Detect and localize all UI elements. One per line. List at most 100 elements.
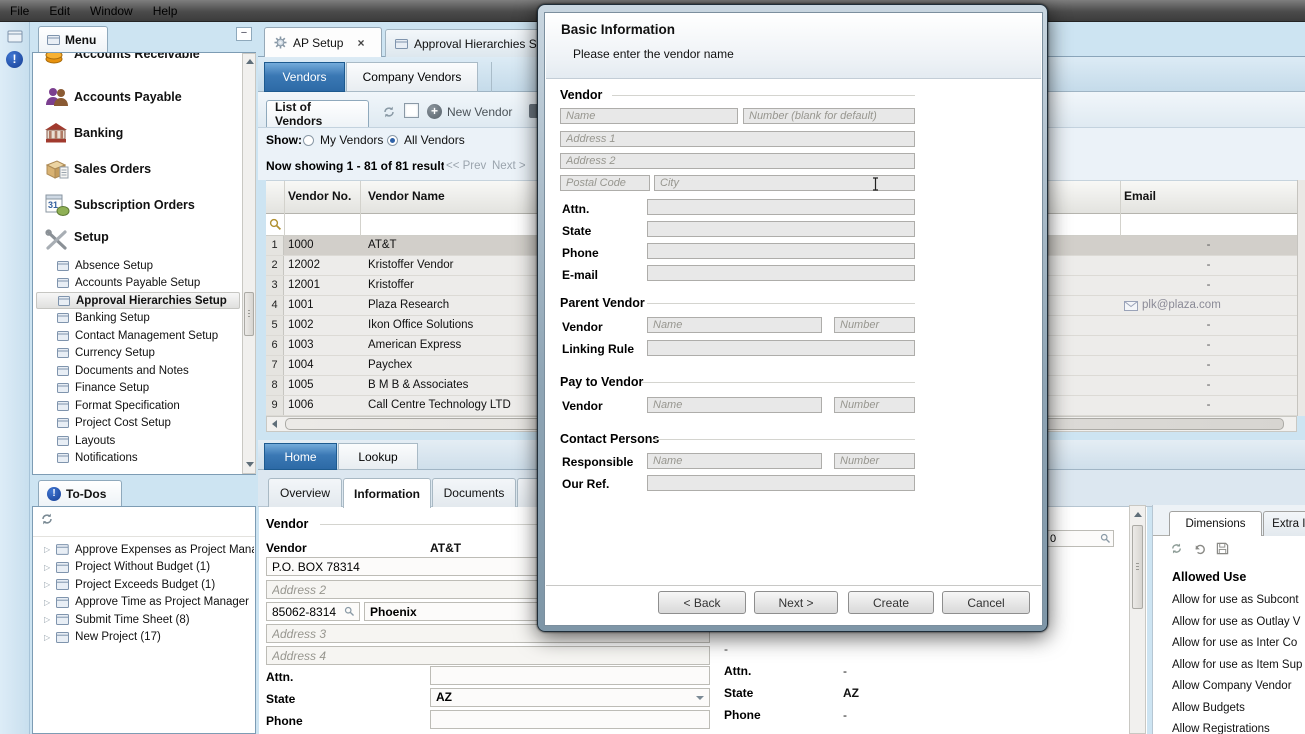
sidebar-item-accounts-payable[interactable]: Accounts Payable [33,79,241,115]
tab-extra-info[interactable]: Extra In [1263,511,1305,536]
radio-all-vendors[interactable] [387,135,398,146]
dialog-parent-name-input[interactable] [647,317,822,333]
state-select[interactable]: AZ [430,688,710,707]
radio-all-vendors-label[interactable]: All Vendors [404,133,465,147]
tab-vendors[interactable]: Vendors [264,62,345,92]
sidebar-item-contact-management-setup[interactable]: Contact Management Setup [36,327,236,344]
tab-home[interactable]: Home [264,443,337,470]
sidebar-item-absence-setup[interactable]: Absence Setup [36,257,236,274]
dialog-payto-number-input[interactable] [834,397,915,413]
expander-icon[interactable]: ▷ [44,615,50,624]
dialog-address1-input[interactable] [560,131,915,147]
sidebar-item-accounts-payable-setup[interactable]: Accounts Payable Setup [36,275,236,292]
tab-company-vendors[interactable]: Company Vendors [346,62,478,92]
close-icon[interactable]: × [357,36,364,50]
sidebar-item-approval-hierarchies-setup[interactable]: Approval Hierarchies Setup [36,292,240,309]
todo-item[interactable]: ▷ New Project (17) [36,629,254,646]
cancel-button[interactable]: Cancel [942,591,1030,614]
search-icon[interactable] [269,218,282,234]
sidebar-item-project-cost-setup[interactable]: Project Cost Setup [36,415,236,432]
sidebar-item-currency-setup[interactable]: Currency Setup [36,345,236,362]
dialog-attn-input[interactable] [647,199,915,215]
collapse-button[interactable]: − [236,27,252,41]
prev-page-link[interactable]: << Prev [446,160,486,172]
allowed-use-item[interactable]: Allow for use as Inter Co [1172,637,1305,649]
radio-my-vendors-label[interactable]: My Vendors [320,133,383,147]
lookup-search-icon[interactable] [1100,533,1111,547]
todo-item[interactable]: ▷ Project Exceeds Budget (1) [36,576,254,593]
todos-alert-icon[interactable]: ! [6,51,23,68]
expander-icon[interactable]: ▷ [44,563,50,572]
dialog-parent-number-input[interactable] [834,317,915,333]
add-icon[interactable]: + [427,104,442,119]
expander-icon[interactable]: ▷ [44,633,50,642]
tab-overview[interactable]: Overview [268,478,342,507]
sidebar-item-banking-setup[interactable]: Banking Setup [36,310,236,327]
dialog-responsible-name-input[interactable] [647,453,822,469]
column-header-vendor-name[interactable]: Vendor Name [368,189,445,203]
dialog-name-input[interactable] [560,108,738,124]
select-checkbox-icon[interactable] [404,103,419,118]
window-icon[interactable] [7,30,23,46]
scroll-up-icon[interactable] [1134,512,1142,517]
column-header-vendor-no[interactable]: Vendor No. [288,189,351,203]
detail-vscrollbar[interactable] [1129,505,1146,734]
todo-item[interactable]: ▷ Project Without Budget (1) [36,559,254,576]
sidebar-item-finance-setup[interactable]: Finance Setup [36,380,236,397]
sidebar-item-format-specification[interactable]: Format Specification [36,397,236,414]
dialog-payto-name-input[interactable] [647,397,822,413]
tab-documents[interactable]: Documents [432,478,516,507]
sidebar-item-layouts[interactable]: Layouts [36,432,236,449]
undo-icon[interactable] [1193,542,1206,558]
menu-scrollbar[interactable] [242,53,256,474]
postal-search-icon[interactable] [344,606,355,620]
panel-refresh-icon[interactable] [1170,542,1183,558]
allowed-use-item[interactable]: Allow Budgets [1172,702,1305,714]
radio-my-vendors[interactable] [303,135,314,146]
scroll-down-icon[interactable] [246,462,254,467]
allowed-use-item[interactable]: Allow for use as Item Sup [1172,659,1305,671]
tab-lookup[interactable]: Lookup [338,443,418,470]
create-button[interactable]: Create [848,591,934,614]
dialog-email-input[interactable] [647,265,915,281]
scroll-up-icon[interactable] [246,59,254,64]
menu-help[interactable]: Help [153,4,178,18]
tab-dimensions[interactable]: Dimensions [1169,511,1262,536]
expander-icon[interactable]: ▷ [44,580,50,589]
todo-item[interactable]: ▷ Submit Time Sheet (8) [36,611,254,628]
sidebar-item-documents-and-notes[interactable]: Documents and Notes [36,362,236,379]
allowed-use-item[interactable]: Allow Registrations [1172,723,1305,734]
sidebar-item-setup[interactable]: Setup [33,223,241,255]
dialog-state-input[interactable] [647,221,915,237]
sidebar-item-sales-orders[interactable]: Sales Orders [33,151,241,187]
todo-item[interactable]: ▷ Approve Expenses as Project Mana [36,541,254,558]
tab-information[interactable]: Information [343,478,431,508]
back-button[interactable]: < Back [658,591,746,614]
tab-ap-setup[interactable]: AP Setup × [264,27,382,57]
sidebar-item-banking[interactable]: Banking [33,115,241,151]
tab-approval-hierarchies[interactable]: Approval Hierarchies Se [385,29,557,57]
scroll-left-icon[interactable] [272,420,277,428]
expander-icon[interactable]: ▷ [44,598,50,607]
save-icon[interactable] [1216,542,1229,558]
dialog-phone-input[interactable] [647,243,915,259]
allowed-use-item[interactable]: Allow Company Vendor [1172,680,1305,692]
todos-panel-tab[interactable]: ! To-Dos [38,480,122,506]
vscrollbar-thumb[interactable] [1132,525,1143,609]
todos-refresh-icon[interactable] [40,512,54,529]
scrollbar-thumb[interactable] [244,292,254,336]
address4-input[interactable] [266,646,710,665]
menu-edit[interactable]: Edit [49,4,70,18]
menu-file[interactable]: File [10,4,29,18]
refresh-icon[interactable] [382,105,396,122]
expander-icon[interactable]: ▷ [44,545,50,554]
dialog-address2-input[interactable] [560,153,915,169]
dialog-number-input[interactable] [743,108,915,124]
phone-input[interactable] [430,710,710,729]
sidebar-item-accounts-receivable[interactable]: Accounts Receivable [33,53,241,72]
dialog-responsible-number-input[interactable] [834,453,915,469]
sidebar-item-notifications[interactable]: Notifications [36,450,236,467]
column-header-email[interactable]: Email [1124,189,1156,203]
dialog-ourref-input[interactable] [647,475,915,491]
next-page-link[interactable]: Next > [492,160,536,172]
